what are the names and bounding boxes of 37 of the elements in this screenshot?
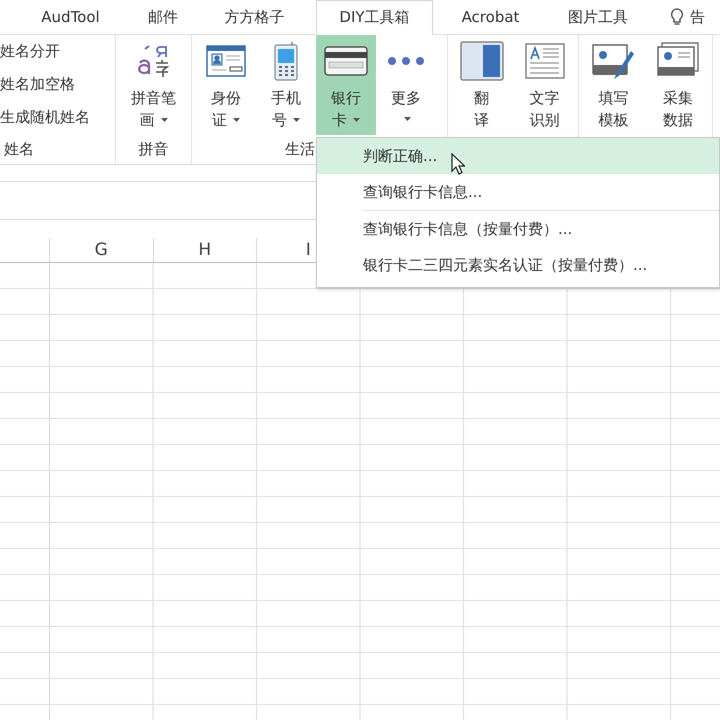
column-header[interactable]: G	[50, 238, 154, 262]
ribbon-button[interactable]: 银行 卡	[316, 35, 376, 135]
more-dots-icon	[386, 57, 426, 65]
ribbon-command[interactable]: 生成随机姓名	[0, 108, 115, 128]
column-header[interactable]: H	[154, 238, 257, 262]
ribbon-button[interactable]: 采集 数据	[650, 35, 706, 134]
caret-icon	[160, 118, 168, 122]
caret-icon	[353, 118, 360, 122]
ribbon-button[interactable]: 填写 模板	[585, 35, 642, 134]
caret-icon	[293, 118, 300, 122]
text-document-icon	[524, 41, 564, 81]
menu-item[interactable]: 判断正确...	[317, 138, 719, 174]
split-panel-icon	[460, 41, 504, 81]
caret-icon	[233, 118, 240, 122]
ribbon-command[interactable]: 姓名加空格	[0, 75, 115, 94]
ribbon-tab[interactable]: DIY工具箱	[316, 0, 433, 35]
group-label: 生活	[285, 140, 315, 159]
ribbon-tab[interactable]: Acrobat	[433, 0, 548, 34]
caret-icon	[404, 117, 411, 121]
tell-me-text[interactable]: 告	[690, 8, 705, 26]
mouse-cursor-icon	[451, 153, 465, 175]
group-label: 姓名	[4, 140, 34, 159]
group-label: 拼音	[138, 140, 168, 159]
ribbon-command[interactable]: 姓名分开	[0, 42, 115, 62]
menu-item[interactable]: 查询银行卡信息...	[317, 174, 719, 210]
ribbon-tab[interactable]: 方方格子	[193, 0, 316, 34]
ribbon-button[interactable]: 翻 译	[454, 35, 510, 134]
ribbon-button[interactable]: 手机 号	[256, 35, 316, 135]
mobile-phone-icon	[273, 41, 299, 81]
lightbulb-icon	[670, 8, 684, 26]
ribbon-tab[interactable]: 图片工具	[548, 0, 648, 34]
ribbon-tab[interactable]: AudTool	[8, 0, 133, 34]
ribbon-button[interactable]: 拼音笔 画	[126, 35, 182, 134]
ribbon-tab[interactable]: 邮件	[133, 0, 193, 34]
ribbon-button[interactable]: 身份 证	[196, 35, 256, 135]
ribbon-button[interactable]: 文字 识别	[516, 35, 572, 134]
ribbon-button[interactable]: 更多	[376, 35, 436, 135]
